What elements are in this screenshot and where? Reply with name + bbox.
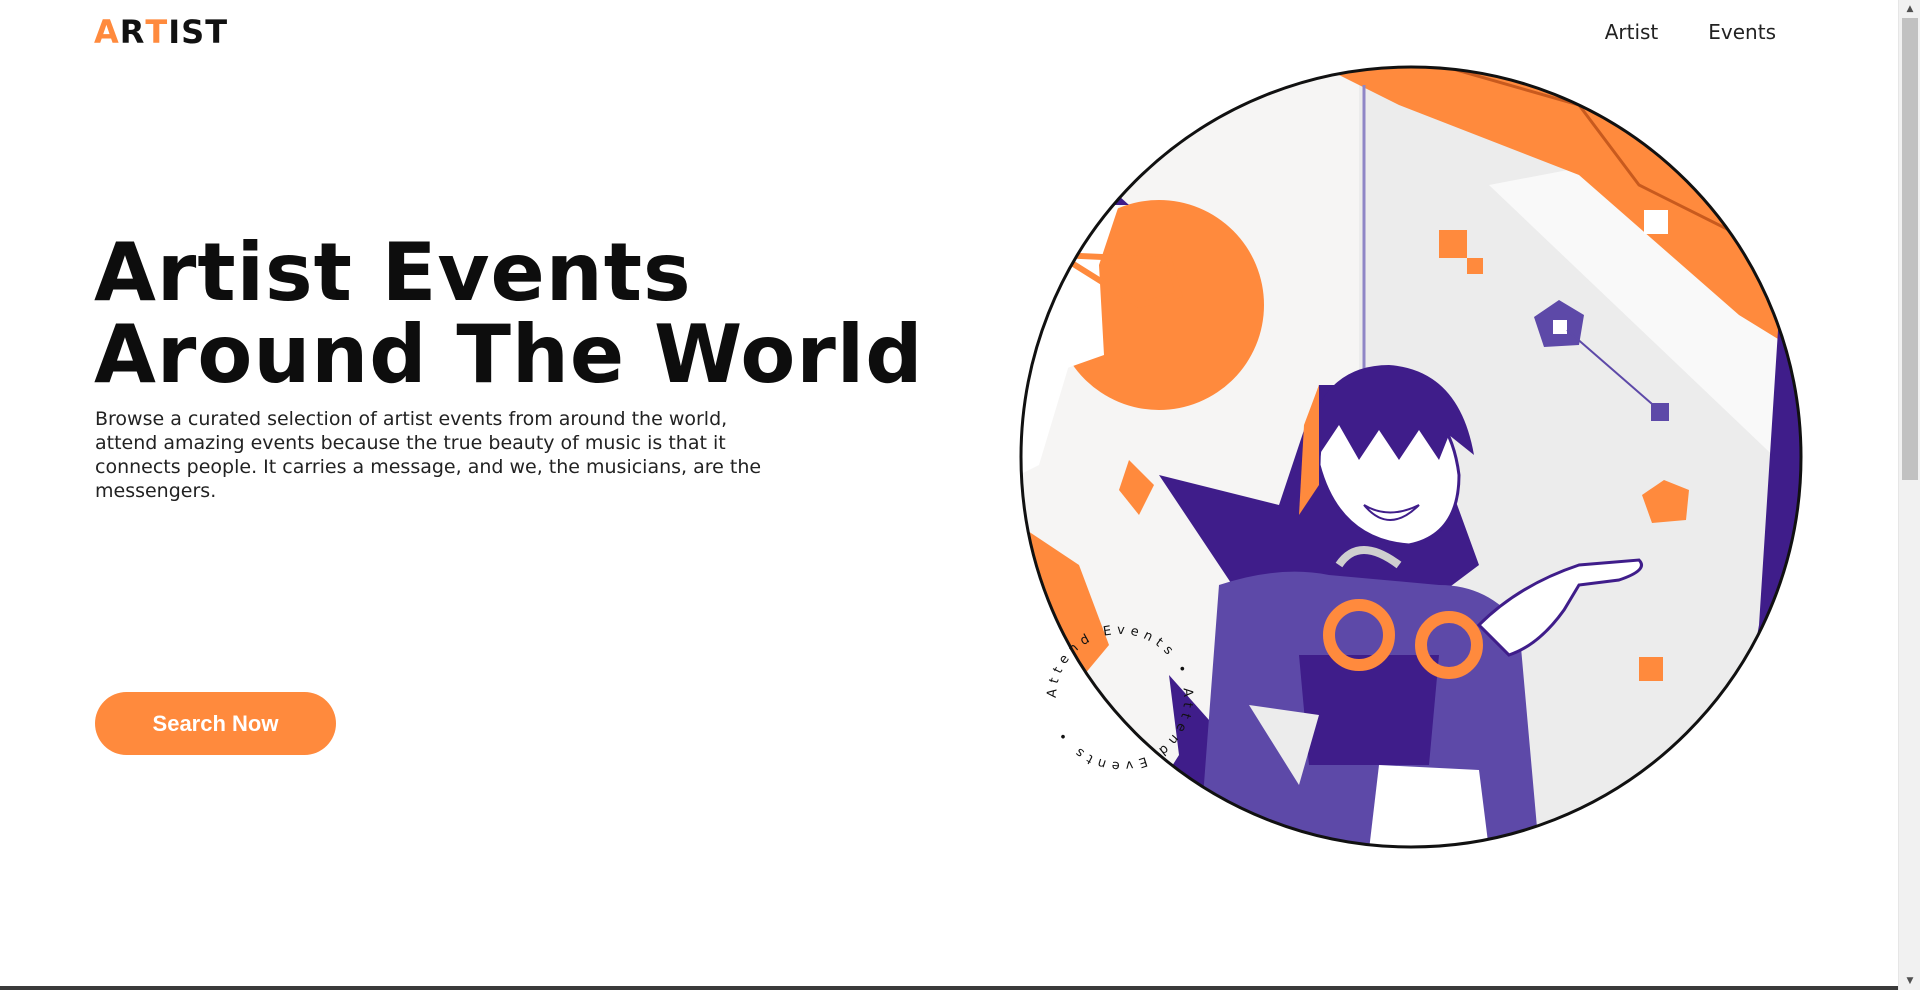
nav-link-events[interactable]: Events (1708, 20, 1776, 44)
nav-link-artist[interactable]: Artist (1605, 20, 1659, 44)
circular-badge-text: Attend Events • Attend Events • (1045, 623, 1190, 774)
logo-letters-ist: IST (168, 13, 229, 51)
hero-title-line-1: Artist Events (94, 226, 692, 319)
logo-letter-t: T (145, 13, 169, 51)
page: A R T IST Artist Events Artist Events Ar… (0, 0, 1898, 990)
main-nav: Artist Events (1605, 20, 1776, 44)
page-bottom-edge (0, 986, 1898, 990)
hero-title: Artist Events Around The World (94, 232, 954, 396)
scroll-up-arrow-icon[interactable]: ▲ (1899, 0, 1920, 18)
logo-letter-r: R (119, 13, 146, 51)
logo-letter-a: A (94, 13, 120, 51)
attend-events-circular-badge: Attend Events • Attend Events • (1040, 618, 1200, 778)
scroll-down-arrow-icon[interactable]: ▼ (1899, 972, 1920, 990)
search-now-button[interactable]: Search Now (95, 692, 336, 755)
scrollbar-thumb[interactable] (1902, 18, 1918, 480)
svg-text:Attend Events • Attend Events: Attend Events • Attend Events • (1045, 623, 1196, 774)
hero-title-line-2: Around The World (94, 308, 924, 401)
hero-description: Browse a curated selection of artist eve… (95, 408, 762, 502)
artist-logo[interactable]: A R T IST (94, 12, 228, 52)
vertical-scrollbar[interactable]: ▲ ▼ (1898, 0, 1920, 990)
